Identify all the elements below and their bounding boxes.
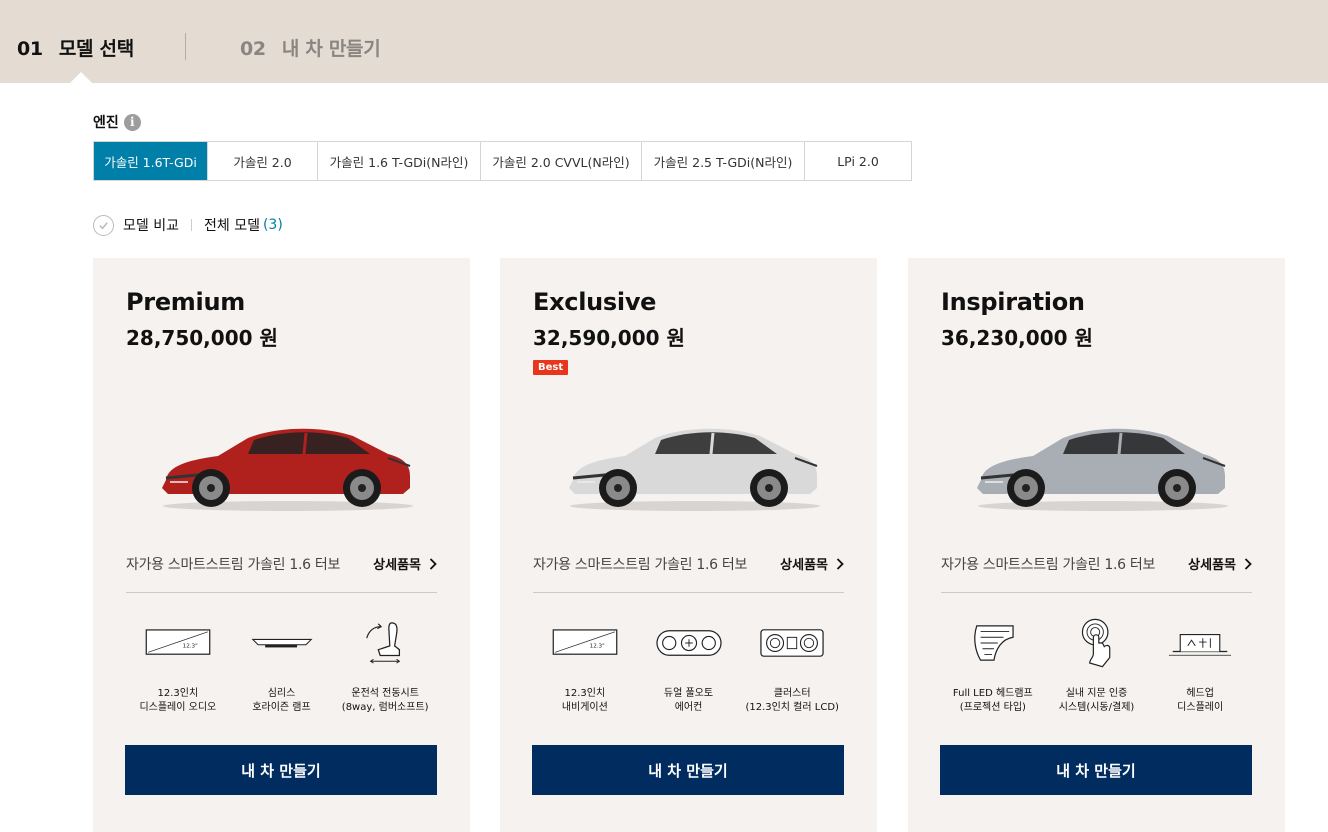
full-led-headlamp-icon [953,613,1033,673]
dual-auto-aircon-icon [649,613,729,673]
cluster-icon [752,613,832,673]
detail-items-link[interactable]: 상세품목 [780,554,844,573]
feature-list: Full LED 헤드램프 (프로젝션 타입) 실내 지문 인증 시스템(시동/… [941,613,1252,715]
feature-item: 운전석 전동시트 (8way, 럼버소프트) [333,613,437,715]
svg-text:12.3": 12.3" [182,644,197,650]
engine-tab-2-0[interactable]: 가솔린 2.0 [208,142,318,180]
detail-link-label: 상세품목 [373,558,421,573]
model-count: (3) [262,217,283,233]
chevron-right-icon [429,557,437,570]
engine-tabs: 가솔린 1.6T-GDi 가솔린 2.0 가솔린 1.6 T-GDi(N라인) … [93,141,912,181]
divider [533,592,844,593]
car-image [555,418,825,513]
feature-item: 12.3" 12.3인치 디스플레이 오디오 [126,613,230,715]
active-step-indicator [70,72,92,83]
info-icon[interactable]: i [123,113,141,131]
divider [941,592,1252,593]
feature-label: Full LED 헤드램프 (프로젝션 타입) [952,688,1033,713]
svg-text:12.3": 12.3" [589,644,604,650]
chevron-right-icon [1244,557,1252,570]
model-description: 자가용 스마트스트림 가솔린 1.6 터보 [533,557,748,573]
build-my-car-button[interactable]: 내 차 만들기 [532,745,844,795]
step-label: 내 차 만들기 [281,38,381,60]
model-card-inspiration: Inspiration 36,230,000 원 자가용 스마트스트림 가솔린 … [908,258,1285,832]
engine-tab-1-6t-gdi-nline[interactable]: 가솔린 1.6 T-GDi(N라인) [318,142,481,180]
detail-items-link[interactable]: 상세품목 [373,554,437,573]
feature-label: 헤드업 디스플레이 [1177,688,1224,713]
model-description: 자가용 스마트스트림 가솔린 1.6 터보 [941,557,1156,573]
compare-row: 모델 비교 전체 모델 (3) [93,214,283,236]
build-my-car-button[interactable]: 내 차 만들기 [940,745,1252,795]
display-12-3-icon: 12.3" [138,613,218,673]
model-name: Premium [126,288,245,316]
engine-tab-2-5t-gdi-nline[interactable]: 가솔린 2.5 T-GDi(N라인) [642,142,805,180]
head-up-display-icon [1160,613,1240,673]
divider [126,592,437,593]
feature-label: 운전석 전동시트 (8way, 럼버소프트) [341,688,429,713]
feature-item: 듀얼 풀오토 에어컨 [637,613,741,715]
feature-label: 듀얼 풀오토 에어컨 [663,688,714,713]
model-name: Exclusive [533,288,657,316]
power-seat-icon [345,613,425,673]
feature-label: 실내 지문 인증 시스템(시동/결제) [1058,688,1135,713]
all-models-label: 전체 모델 [203,218,260,234]
engine-label: 엔진 i [93,112,141,132]
feature-item: 클러스터 (12.3인치 컬러 LCD) [740,613,844,715]
feature-item: 12.3" 12.3인치 내비게이션 [533,613,637,715]
model-card-premium: Premium 28,750,000 원 자가용 스마트스트림 가솔린 1.6 … [93,258,470,832]
car-image [148,418,418,513]
detail-items-link[interactable]: 상세품목 [1188,554,1252,573]
engine-label-text: 엔진 [93,115,119,131]
horizon-lamp-icon [242,613,322,673]
model-description: 자가용 스마트스트림 가솔린 1.6 터보 [126,557,341,573]
detail-link-label: 상세품목 [780,558,828,573]
feature-item: 실내 지문 인증 시스템(시동/결제) [1045,613,1149,715]
feature-label: 심리스 호라이즌 램프 [252,688,311,713]
model-price: 36,230,000 원 [941,326,1093,350]
step-1-model-select[interactable]: 01 모델 선택 [17,34,134,61]
feature-list: 12.3" 12.3인치 내비게이션 듀얼 풀오토 에어컨 클러스터 (12.3… [533,613,844,715]
step-number: 01 [17,38,43,60]
feature-label: 12.3인치 디스플레이 오디오 [139,688,217,713]
feature-item: 심리스 호라이즌 램프 [230,613,334,715]
model-card-exclusive: Exclusive 32,590,000 원 Best 자가용 스마트스트림 가… [500,258,877,832]
compare-check-icon[interactable] [93,214,114,236]
model-price: 32,590,000 원 [533,326,685,350]
build-my-car-button[interactable]: 내 차 만들기 [125,745,437,795]
step-number: 02 [240,38,266,60]
engine-tab-1-6t-gdi[interactable]: 가솔린 1.6T-GDi [94,142,208,180]
step-label: 모델 선택 [58,38,134,60]
model-price: 28,750,000 원 [126,326,278,350]
divider [190,219,192,231]
step-bar: 01 모델 선택 02 내 차 만들기 [0,0,1328,83]
engine-tab-lpi-2-0[interactable]: LPi 2.0 [805,142,911,180]
feature-item: Full LED 헤드램프 (프로젝션 타입) [941,613,1045,715]
best-badge: Best [533,360,569,375]
fingerprint-auth-icon [1057,613,1137,673]
feature-label: 12.3인치 내비게이션 [561,688,608,713]
navigation-12-3-icon: 12.3" [545,613,625,673]
feature-item: 헤드업 디스플레이 [1148,613,1252,715]
feature-label: 클러스터 (12.3인치 컬러 LCD) [745,688,839,713]
detail-link-label: 상세품목 [1188,558,1236,573]
car-image [963,418,1233,513]
model-name: Inspiration [941,288,1085,316]
feature-list: 12.3" 12.3인치 디스플레이 오디오 심리스 호라이즌 램프 운전석 전… [126,613,437,715]
step-divider [185,33,186,60]
chevron-right-icon [836,557,844,570]
step-2-build-car[interactable]: 02 내 차 만들기 [240,34,381,61]
engine-tab-2-0-cvvl-nline[interactable]: 가솔린 2.0 CVVL(N라인) [481,142,642,180]
model-compare-label[interactable]: 모델 비교 [123,215,179,235]
